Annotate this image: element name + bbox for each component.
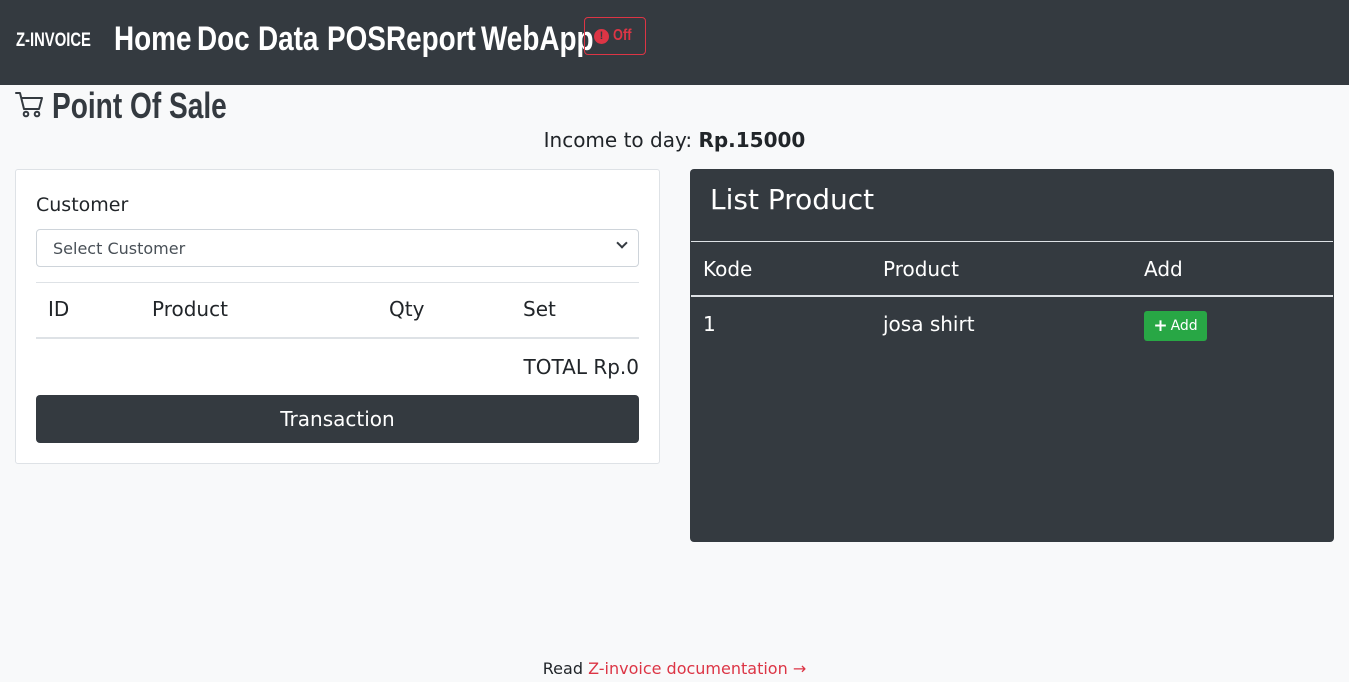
nav-data[interactable]: Data bbox=[258, 20, 318, 59]
product-table-header: Kode Product Add bbox=[691, 242, 1333, 297]
product-kode: 1 bbox=[703, 312, 716, 336]
brand-logo[interactable]: Z-INVOICE bbox=[16, 30, 91, 52]
col-add: Add bbox=[1144, 257, 1183, 281]
cart-card: Customer Select Customer ID Product Qty … bbox=[15, 169, 660, 464]
add-button-label: Add bbox=[1170, 318, 1198, 334]
nav-pos[interactable]: POS bbox=[327, 20, 386, 59]
status-off-button[interactable]: ! Off bbox=[584, 17, 646, 55]
product-list-header: List Product bbox=[710, 183, 875, 216]
income-value: Rp.15000 bbox=[698, 128, 806, 152]
nav-report[interactable]: Report bbox=[386, 20, 476, 59]
customer-label: Customer bbox=[36, 194, 129, 216]
transaction-button[interactable]: Transaction bbox=[36, 395, 639, 443]
alert-circle-icon: ! bbox=[593, 28, 609, 44]
status-off-label: Off bbox=[612, 27, 632, 44]
income-label: Income to day: bbox=[543, 128, 699, 152]
documentation-link[interactable]: Z-invoice documentation → bbox=[588, 659, 806, 678]
col-kode: Kode bbox=[703, 257, 753, 281]
nav-webapp[interactable]: WebApp bbox=[481, 20, 594, 59]
col-qty: Qty bbox=[389, 297, 425, 321]
col-set: Set bbox=[523, 297, 556, 321]
income-today: Income to day: Rp.15000 bbox=[0, 128, 1349, 152]
plus-icon: + bbox=[1153, 316, 1168, 336]
add-product-button[interactable]: + Add bbox=[1144, 311, 1207, 341]
page-title: Point Of Sale bbox=[14, 85, 276, 126]
product-list-card: List Product Kode Product Add 1 josa shi… bbox=[690, 169, 1334, 542]
nav-doc[interactable]: Doc bbox=[197, 20, 250, 59]
product-table: Kode Product Add 1 josa shirt + Add bbox=[691, 241, 1333, 355]
table-row: 1 josa shirt + Add bbox=[691, 297, 1333, 355]
customer-select-value: Select Customer bbox=[53, 238, 186, 258]
col-product: Product bbox=[152, 297, 228, 321]
page-title-text: Point Of Sale bbox=[52, 85, 227, 126]
cart-table-header: ID Product Qty Set bbox=[36, 282, 639, 339]
nav-home[interactable]: Home bbox=[114, 20, 191, 59]
footer: Read Z-invoice documentation → bbox=[0, 659, 1349, 678]
product-name: josa shirt bbox=[883, 312, 975, 336]
cart-total: TOTAL Rp.0 bbox=[523, 355, 639, 379]
chevron-down-icon bbox=[616, 237, 628, 249]
nav-links: Home Doc Data POS Report WebApp bbox=[114, 20, 594, 59]
top-navbar: Z-INVOICE Home Doc Data POS Report WebAp… bbox=[0, 0, 1349, 85]
cart-icon bbox=[14, 89, 44, 123]
col-product-name: Product bbox=[883, 257, 959, 281]
col-id: ID bbox=[48, 297, 70, 321]
footer-prefix: Read bbox=[542, 659, 589, 678]
customer-select[interactable]: Select Customer bbox=[36, 229, 639, 267]
